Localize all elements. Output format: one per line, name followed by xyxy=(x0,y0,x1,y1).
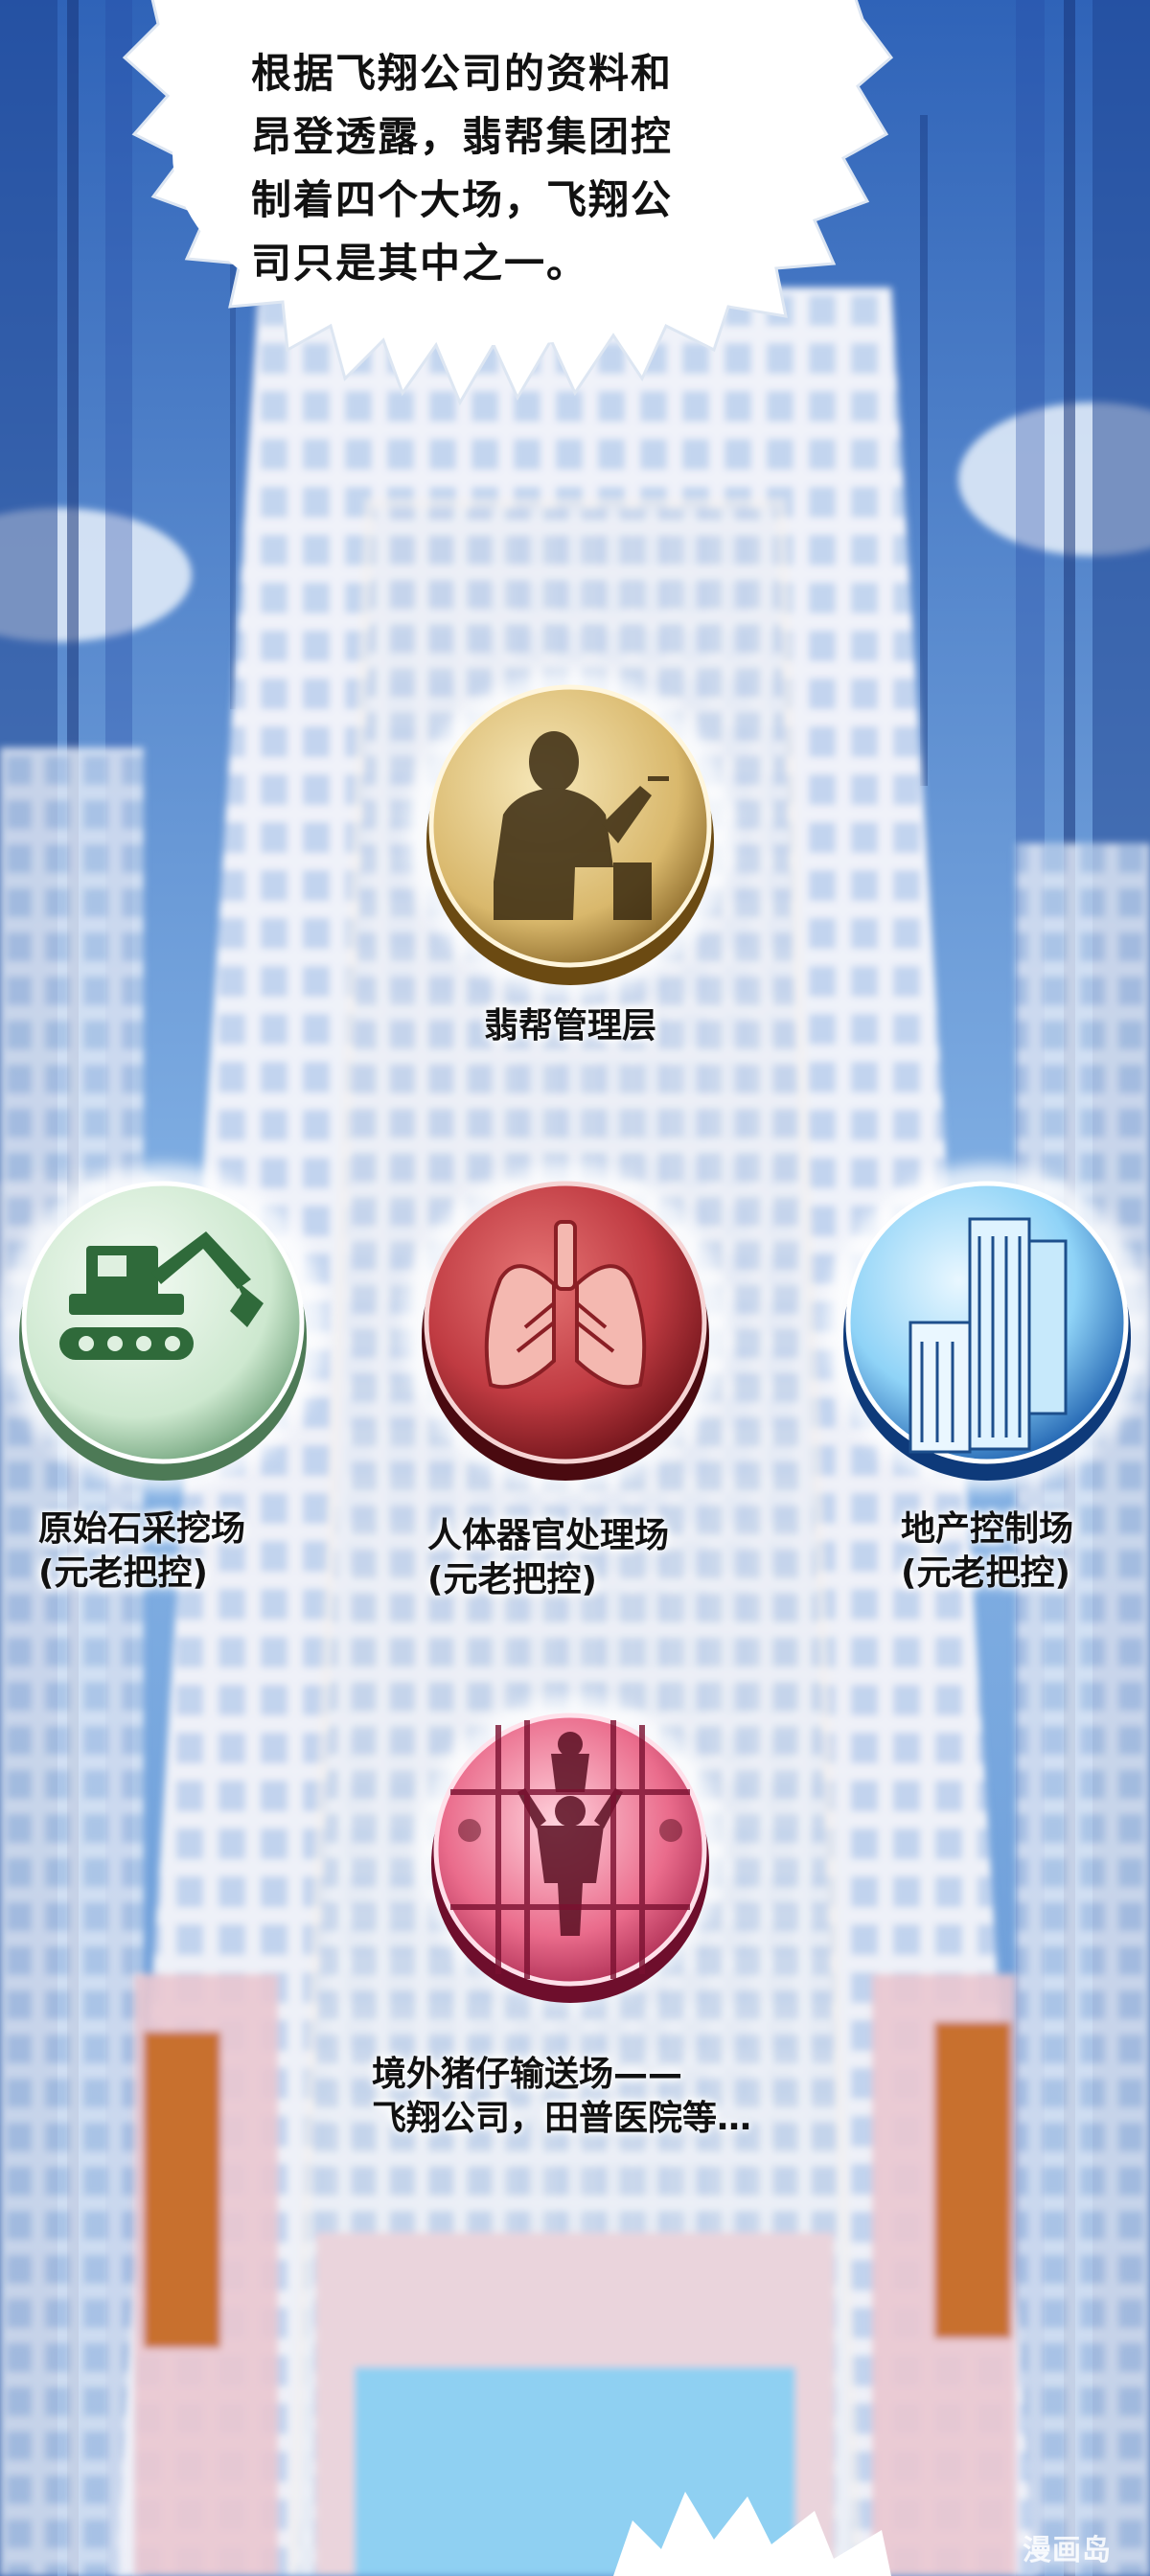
mining-label: 原始石采挖场 (元老把控) xyxy=(38,1507,245,1596)
bubble-line-1: 根据飞翔公司的资料和 xyxy=(251,50,674,97)
realestate-label: 地产控制场 (元老把控) xyxy=(901,1507,1073,1596)
bubble-line-2: 昂登透露，翡帮集团控 xyxy=(251,113,674,160)
organ-label-line1: 人体器官处理场 xyxy=(427,1516,670,1555)
mining-label-line1: 原始石采挖场 xyxy=(38,1509,246,1549)
organ-node xyxy=(422,1181,709,1481)
realestate-label-line1: 地产控制场 xyxy=(901,1509,1074,1549)
speech-bubble-text: 根据飞翔公司的资料和 昂登透露，翡帮集团控 制着四个大场，飞翔公 司只是其中之一… xyxy=(251,42,702,295)
mining-label-line2: (元老把控) xyxy=(38,1553,208,1593)
bubble-line-3: 制着四个大场，飞翔公 xyxy=(251,176,674,223)
comic-panel xyxy=(0,0,1150,2576)
realestate-label-line2: (元老把控) xyxy=(901,1553,1070,1593)
watermark: 漫画岛 xyxy=(1023,2534,1112,2567)
organ-label-line2: (元老把控) xyxy=(427,1560,597,1599)
smuggling-node xyxy=(431,1713,709,2003)
bubble-line-4: 司只是其中之一。 xyxy=(251,240,589,287)
smuggling-label-line1: 境外猪仔输送场—— xyxy=(372,2055,683,2094)
management-label-text: 翡帮管理层 xyxy=(483,1006,656,1046)
management-label: 翡帮管理层 xyxy=(450,1004,690,1048)
smuggling-label-line2: 飞翔公司，田普医院等… xyxy=(372,2099,752,2138)
management-node xyxy=(426,684,714,985)
realestate-node xyxy=(843,1181,1131,1481)
organ-label: 人体器官处理场 (元老把控) xyxy=(427,1514,669,1602)
mining-node xyxy=(19,1181,307,1481)
smuggling-label: 境外猪仔输送场—— 飞翔公司，田普医院等… xyxy=(372,2053,751,2141)
